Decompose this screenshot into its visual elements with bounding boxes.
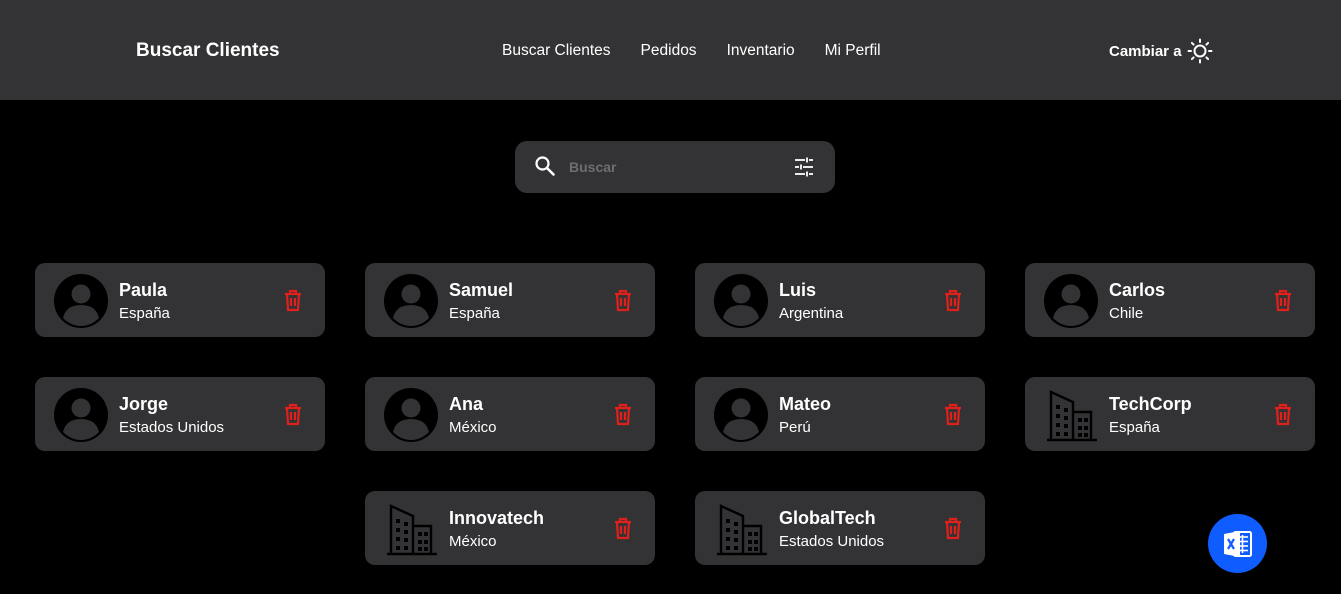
delete-button[interactable] — [282, 402, 304, 426]
export-excel-button[interactable] — [1208, 514, 1267, 573]
company-building-icon — [383, 501, 439, 557]
client-name: Innovatech — [449, 508, 545, 528]
client-card[interactable]: Luis Argentina — [695, 263, 985, 337]
client-card[interactable]: GlobalTech Estados Unidos — [695, 491, 985, 565]
nav-link-pedidos[interactable]: Pedidos — [641, 42, 697, 60]
client-country: Estados Unidos — [119, 419, 225, 436]
trash-icon — [945, 517, 961, 540]
client-name: Jorge — [119, 394, 169, 414]
client-card[interactable]: Carlos Chile — [1025, 263, 1315, 337]
trash-icon — [615, 517, 631, 540]
search-bar — [515, 141, 835, 193]
client-card[interactable]: Mateo Perú — [695, 377, 985, 451]
delete-button[interactable] — [1272, 288, 1294, 312]
client-country: Perú — [779, 419, 811, 436]
trash-icon — [1275, 403, 1291, 426]
client-country: España — [449, 305, 500, 322]
delete-button[interactable] — [612, 516, 634, 540]
search-input[interactable] — [569, 155, 769, 179]
client-country: España — [1109, 419, 1160, 436]
company-building-icon — [713, 501, 769, 557]
main-nav: Buscar Clientes Pedidos Inventario Mi Pe… — [502, 42, 911, 60]
client-card[interactable]: Jorge Estados Unidos — [35, 377, 325, 451]
search-icon — [535, 156, 555, 176]
sun-icon — [1187, 38, 1213, 64]
client-country: México — [449, 419, 497, 436]
person-avatar-icon — [713, 387, 769, 443]
trash-icon — [285, 403, 301, 426]
client-card[interactable]: TechCorp España — [1025, 377, 1315, 451]
delete-button[interactable] — [282, 288, 304, 312]
client-name: Luis — [779, 280, 817, 300]
client-name: Ana — [449, 394, 484, 414]
filter-sliders-icon[interactable] — [792, 155, 816, 179]
person-avatar-icon — [383, 387, 439, 443]
delete-button[interactable] — [942, 288, 964, 312]
nav-link-mi-perfil[interactable]: Mi Perfil — [825, 42, 881, 60]
delete-button[interactable] — [1272, 402, 1294, 426]
client-country: España — [119, 305, 170, 322]
client-name: TechCorp — [1109, 394, 1192, 414]
trash-icon — [945, 403, 961, 426]
nav-link-inventario[interactable]: Inventario — [727, 42, 795, 60]
person-avatar-icon — [383, 273, 439, 329]
person-avatar-icon — [713, 273, 769, 329]
person-avatar-icon — [53, 387, 109, 443]
client-name: Mateo — [779, 394, 832, 414]
client-name: GlobalTech — [779, 508, 876, 528]
theme-toggle-button[interactable]: Cambiar a — [1109, 38, 1213, 64]
person-avatar-icon — [53, 273, 109, 329]
delete-button[interactable] — [612, 402, 634, 426]
delete-button[interactable] — [612, 288, 634, 312]
client-card[interactable]: Ana México — [365, 377, 655, 451]
client-name: Paula — [119, 280, 168, 300]
client-country: México — [449, 533, 497, 550]
nav-link-buscar-clientes[interactable]: Buscar Clientes — [502, 42, 611, 60]
person-avatar-icon — [1043, 273, 1099, 329]
company-building-icon — [1043, 387, 1099, 443]
app-title: Buscar Clientes — [136, 40, 280, 61]
delete-button[interactable] — [942, 402, 964, 426]
client-country: Chile — [1109, 305, 1144, 322]
trash-icon — [615, 289, 631, 312]
client-card[interactable]: Paula España — [35, 263, 325, 337]
trash-icon — [945, 289, 961, 312]
excel-icon — [1223, 530, 1252, 557]
trash-icon — [285, 289, 301, 312]
client-name: Samuel — [449, 280, 514, 300]
client-card[interactable]: Samuel España — [365, 263, 655, 337]
top-navbar: Buscar Clientes Buscar Clientes Pedidos … — [0, 0, 1341, 100]
client-name: Carlos — [1109, 280, 1166, 300]
delete-button[interactable] — [942, 516, 964, 540]
client-country: Argentina — [779, 305, 844, 322]
theme-toggle-label: Cambiar a — [1109, 42, 1182, 60]
trash-icon — [615, 403, 631, 426]
client-card[interactable]: Innovatech México — [365, 491, 655, 565]
trash-icon — [1275, 289, 1291, 312]
client-country: Estados Unidos — [779, 533, 885, 550]
